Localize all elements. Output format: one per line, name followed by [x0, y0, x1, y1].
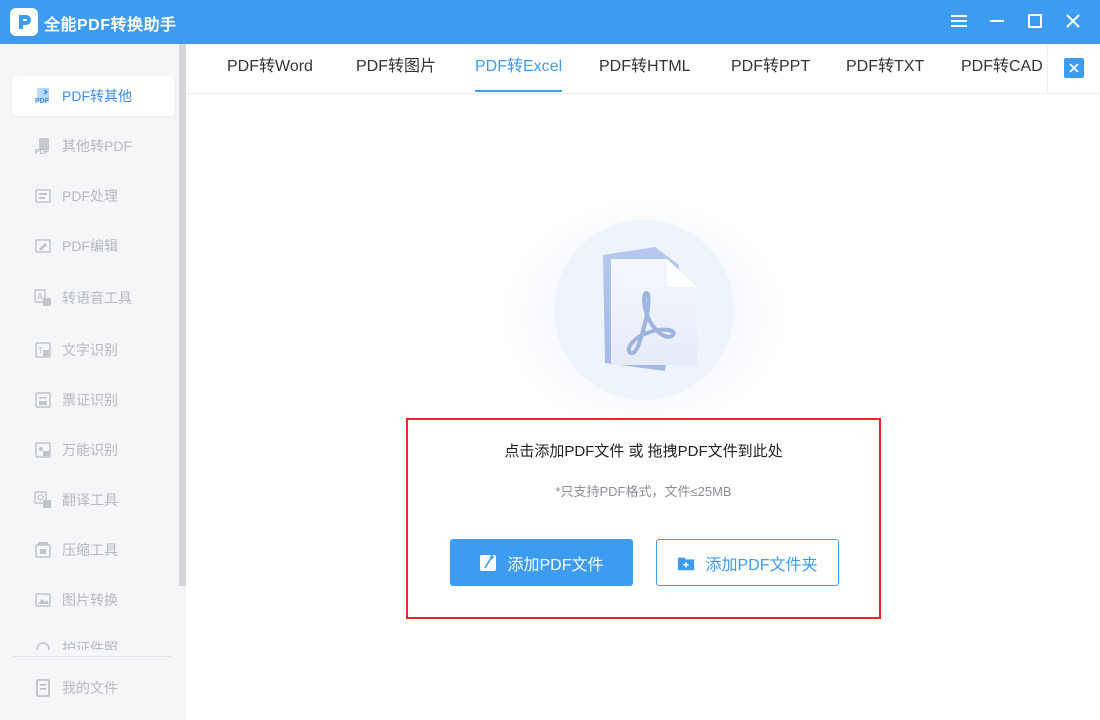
ocr-icon: T [34, 341, 52, 359]
add-file-icon [479, 554, 497, 572]
sidebar-item-label: PDF编辑 [62, 238, 118, 254]
menu-icon[interactable] [948, 10, 970, 32]
svg-text:PDF: PDF [35, 149, 50, 155]
tab-pdf-to-txt[interactable]: PDF转TXT [846, 44, 924, 94]
sidebar-item-label: 我的文件 [62, 680, 118, 696]
sidebar-item-pdf-process[interactable]: PDF处理 [12, 176, 174, 216]
sidebar-item-compress[interactable]: 压缩工具 [12, 530, 174, 570]
sidebar-item-label: 护证件照 [62, 640, 118, 650]
tab-pdf-to-ppt[interactable]: PDF转PPT [731, 44, 810, 94]
sidebar-item-text-to-speech[interactable]: A 转语音工具 [12, 278, 174, 318]
pdf-file-icon [583, 247, 703, 377]
sidebar-item-universal-recognition[interactable]: 万能识别 [12, 430, 174, 470]
sidebar-item-id-photo[interactable]: 护证件照 [12, 630, 174, 650]
tab-separator [1047, 44, 1048, 92]
tab-pdf-to-cad[interactable]: PDF转CAD [961, 44, 1043, 94]
sidebar-item-pdf-edit[interactable]: PDF编辑 [12, 226, 174, 266]
add-pdf-folder-button[interactable]: 添加PDF文件夹 [656, 539, 839, 586]
sidebar: PDF PDF转其他 PDF 其他转PDF PDF处理 PDF编辑 A 转语音工… [0, 44, 186, 720]
svg-text:T: T [38, 346, 43, 355]
sidebar-divider [12, 656, 172, 657]
pdf-process-icon [34, 187, 52, 205]
sidebar-item-label: 转语音工具 [62, 290, 132, 306]
sidebar-scrollbar[interactable] [179, 44, 186, 586]
text-to-speech-icon: A [34, 289, 52, 307]
pdf-edit-icon [34, 237, 52, 255]
svg-text:A: A [37, 292, 43, 301]
tab-pdf-to-word[interactable]: PDF转Word [227, 44, 313, 94]
sidebar-item-label: 票证识别 [62, 392, 118, 408]
maximize-icon[interactable] [1024, 10, 1046, 32]
app-title: 全能PDF转换助手 [44, 17, 177, 34]
sidebar-item-ocr[interactable]: T 文字识别 [12, 330, 174, 370]
sidebar-item-pdf-to-other[interactable]: PDF PDF转其他 [12, 76, 174, 116]
my-files-icon [34, 679, 52, 697]
translate-icon [34, 491, 52, 509]
to-pdf-icon: PDF [34, 137, 52, 155]
close-icon[interactable] [1062, 10, 1084, 32]
add-pdf-file-label: 添加PDF文件 [507, 556, 604, 574]
add-pdf-folder-label: 添加PDF文件夹 [705, 556, 818, 574]
sidebar-item-label: 万能识别 [62, 442, 118, 458]
sidebar-item-ticket-recognition[interactable]: 票证识别 [12, 380, 174, 420]
sidebar-item-other-to-pdf[interactable]: PDF 其他转PDF [12, 126, 174, 166]
add-folder-icon [677, 554, 695, 572]
sidebar-item-image-convert[interactable]: 图片转换 [12, 580, 174, 620]
drop-zone[interactable]: 点击添加PDF文件 或 拖拽PDF文件到此处 *只支持PDF格式，文件≤25MB… [406, 418, 881, 619]
tab-bar: PDF转Word PDF转图片 PDF转Excel PDF转HTML PDF转P… [186, 44, 1100, 94]
sidebar-item-label: 图片转换 [62, 592, 118, 608]
id-photo-icon [34, 640, 52, 650]
minimize-icon[interactable] [986, 10, 1008, 32]
sidebar-item-label: 其他转PDF [62, 138, 132, 154]
upload-hint: 点击添加PDF文件 或 拖拽PDF文件到此处 [504, 443, 783, 460]
tab-close-icon[interactable] [1064, 58, 1084, 78]
title-bar: 全能PDF转换助手 [0, 0, 1100, 44]
sidebar-item-translate[interactable]: 翻译工具 [12, 480, 174, 520]
image-convert-icon [34, 591, 52, 609]
svg-text:PDF: PDF [35, 98, 50, 105]
app-logo-icon [10, 8, 38, 36]
upload-note: *只支持PDF格式，文件≤25MB [555, 484, 732, 499]
sidebar-item-label: 压缩工具 [62, 542, 118, 558]
sidebar-item-my-files[interactable]: 我的文件 [12, 668, 174, 708]
add-pdf-file-button[interactable]: 添加PDF文件 [450, 539, 633, 586]
tab-pdf-to-html[interactable]: PDF转HTML [599, 44, 691, 94]
universal-recognition-icon [34, 441, 52, 459]
tab-pdf-to-image[interactable]: PDF转图片 [356, 44, 436, 94]
sidebar-item-label: 翻译工具 [62, 492, 118, 508]
compress-icon [34, 541, 52, 559]
pdf-convert-icon: PDF [34, 87, 52, 105]
tab-pdf-to-excel[interactable]: PDF转Excel [475, 44, 563, 94]
sidebar-item-label: PDF处理 [62, 188, 118, 204]
sidebar-item-label: PDF转其他 [62, 88, 132, 104]
ticket-recognition-icon [34, 391, 52, 409]
sidebar-item-label: 文字识别 [62, 342, 118, 358]
